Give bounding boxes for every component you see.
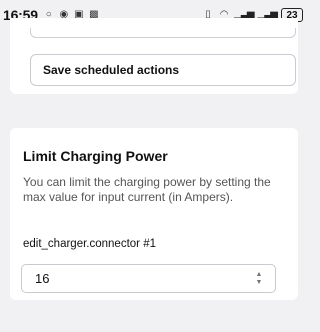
current-limit-input[interactable]: 16 ▲ ▼: [21, 264, 276, 293]
save-scheduled-actions-button[interactable]: Save scheduled actions: [30, 54, 296, 86]
limit-charging-description: You can limit the charging power by sett…: [23, 175, 271, 204]
current-limit-value: 16: [35, 271, 50, 286]
scheduled-actions-card: Save scheduled actions: [10, 18, 298, 94]
stepper-icon[interactable]: ▲ ▼: [255, 271, 263, 286]
connector-label: edit_charger.connector #1: [23, 238, 156, 250]
limit-charging-title: Limit Charging Power: [23, 148, 168, 164]
schedule-field[interactable]: [30, 28, 296, 38]
